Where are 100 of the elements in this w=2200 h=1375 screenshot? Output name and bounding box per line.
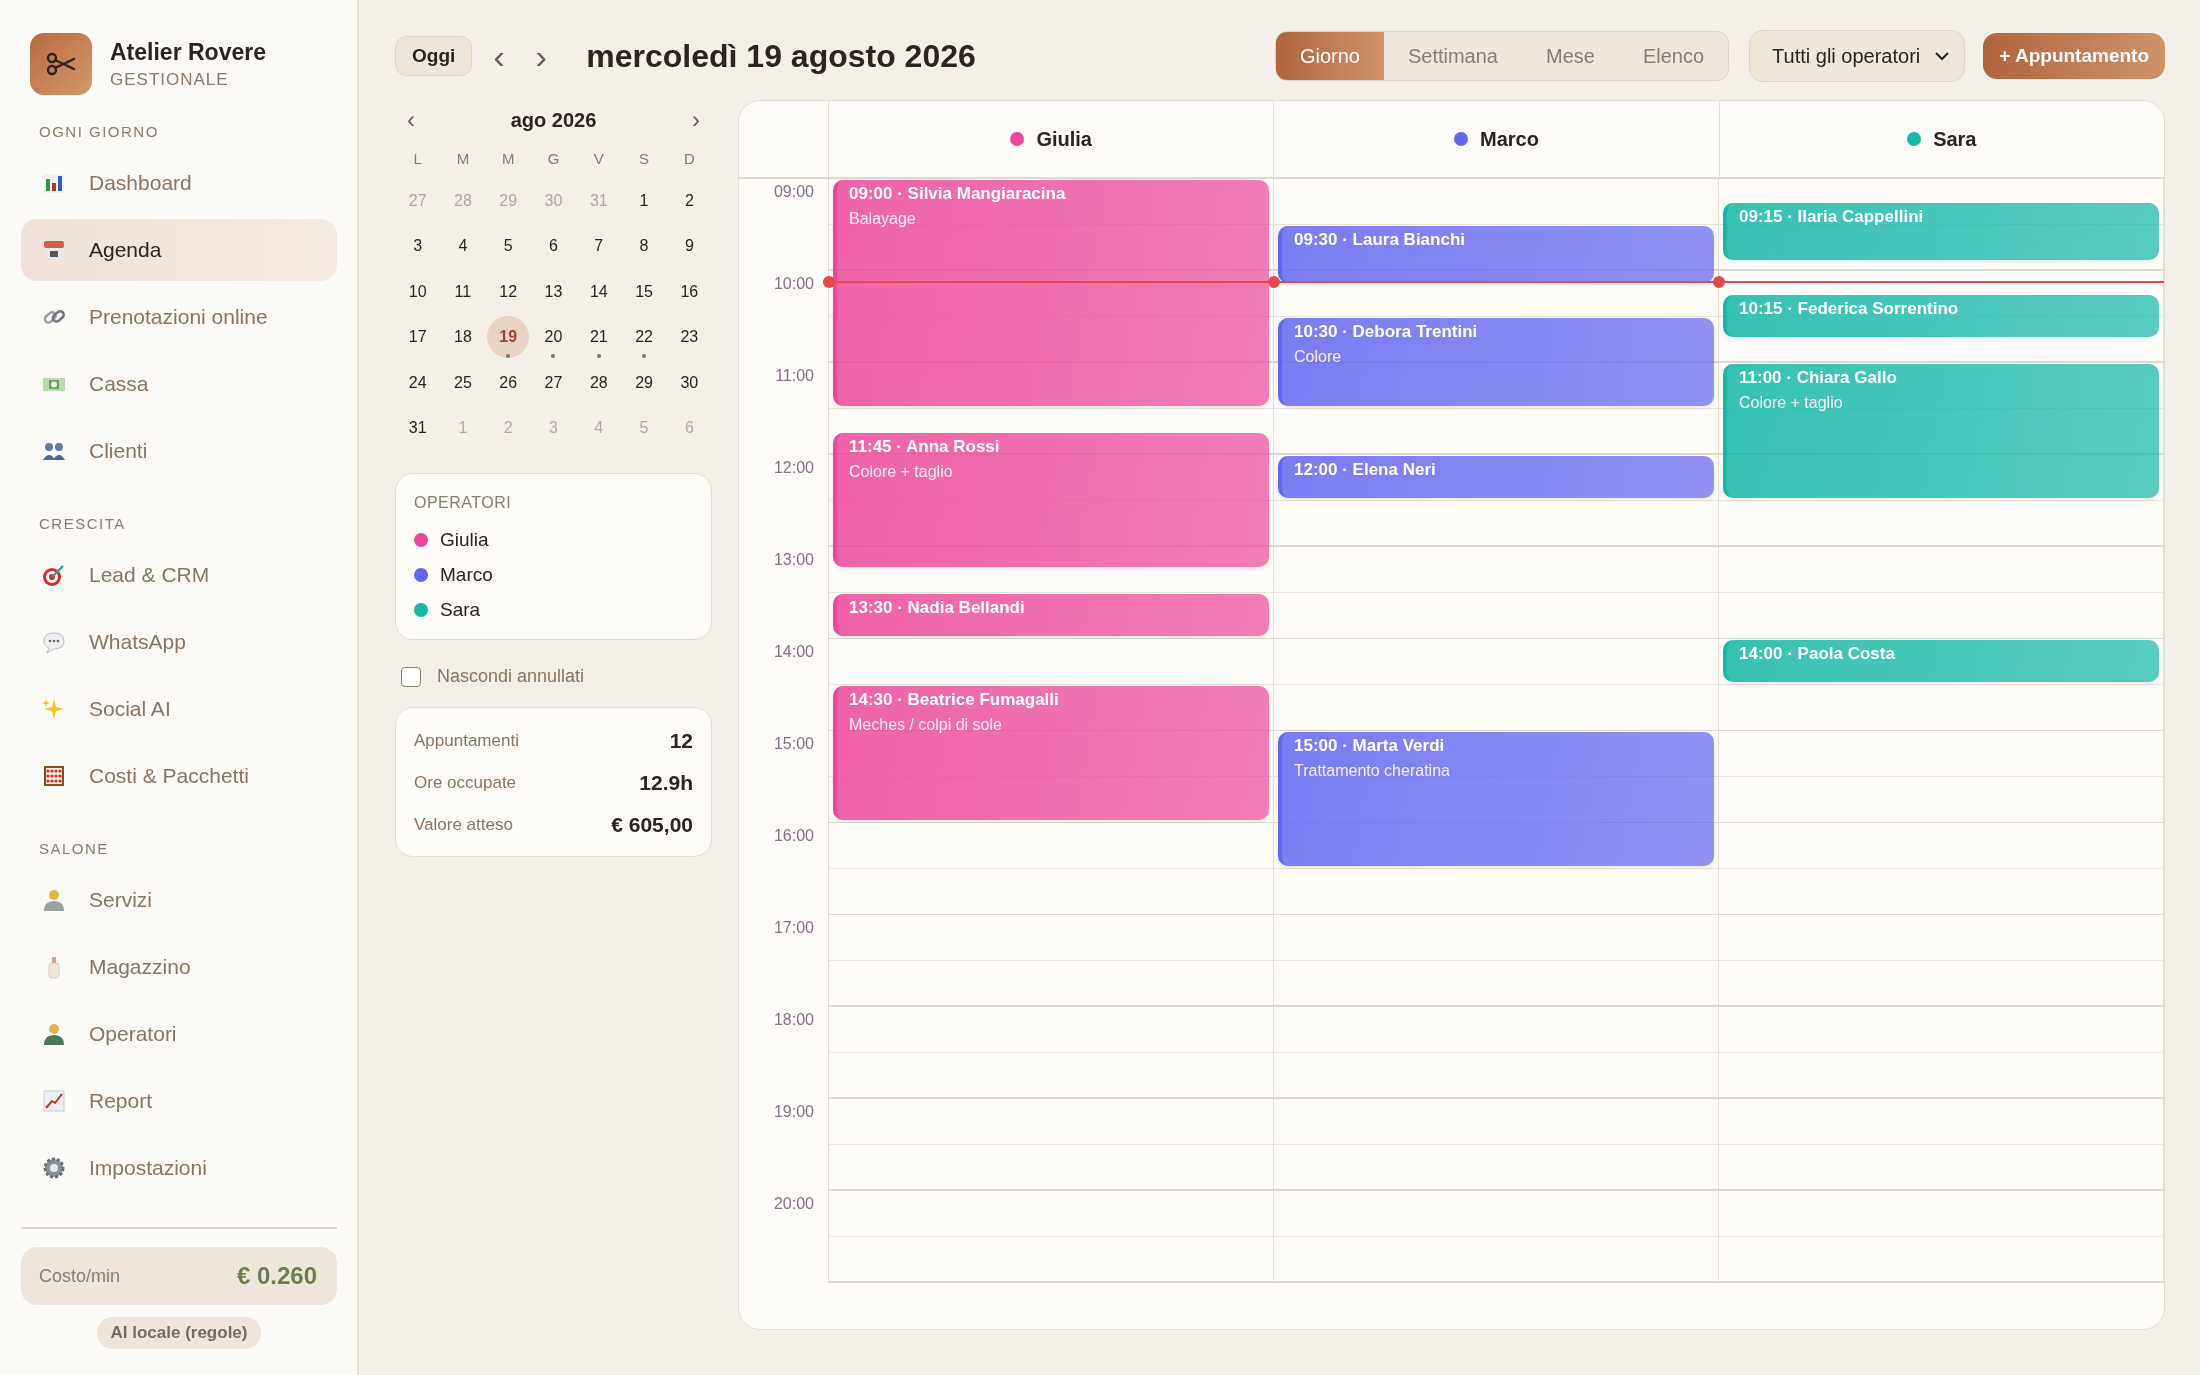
appointment-card[interactable]: 11:45 · Anna Rossi Colore + taglio xyxy=(833,433,1269,567)
previous-month-button[interactable]: ‹ xyxy=(403,106,419,134)
sidebar-item[interactable]: Prenotazioni online xyxy=(21,286,337,348)
calendar-day[interactable]: 16 xyxy=(668,270,711,313)
calendar-day[interactable]: 14 xyxy=(577,270,620,313)
calendar-day[interactable]: 10 xyxy=(396,270,439,313)
calendar-day[interactable]: 3 xyxy=(396,225,439,268)
schedule-column[interactable]: 09:30 · Laura Bianchi 10:30 · Debora Trentini Colore 12:00 · Elena Neri 15:00 · Marta Verdi Trattamento cheratina xyxy=(1274,179,1719,1283)
appointment-card[interactable]: 14:30 · Beatrice Fumagalli Meches / colpi di sole xyxy=(833,686,1269,820)
appointment-card[interactable]: 12:00 · Elena Neri xyxy=(1278,456,1714,498)
time-label: 19:00 xyxy=(773,1103,814,1122)
operator-name: Giulia xyxy=(440,529,489,551)
appointment-title: 14:00 · Paola Costa xyxy=(1739,644,1895,664)
view-tab[interactable]: Mese xyxy=(1522,32,1619,80)
sidebar-item[interactable]: Agenda xyxy=(21,219,337,281)
date-title: mercoledì 19 agosto 2026 xyxy=(586,37,976,75)
calendar-day[interactable]: 23 xyxy=(668,316,711,359)
checkbox-label: Nascondi annullati xyxy=(437,666,585,687)
next-month-button[interactable]: › xyxy=(688,106,704,134)
calendar-day[interactable]: 17 xyxy=(396,316,439,359)
appointment-service: Trattamento cheratina xyxy=(1294,762,1450,780)
sidebar-item[interactable]: Cassa xyxy=(21,353,337,415)
appointment-card[interactable]: 11:00 · Chiara Gallo Colore + taglio xyxy=(1723,364,2159,498)
calendar-day[interactable]: 21 xyxy=(577,316,620,359)
previous-button[interactable]: ‹ xyxy=(484,39,515,73)
time-label: 15:00 xyxy=(773,735,814,754)
time-label: 10:00 xyxy=(773,275,814,294)
weekday-label: D xyxy=(682,149,696,169)
calendar-day[interactable]: 2 xyxy=(668,179,711,222)
calendar-day[interactable]: 20 xyxy=(532,316,575,359)
calendar-day[interactable]: 18 xyxy=(441,316,484,359)
calendar-day[interactable]: 22 xyxy=(623,316,666,359)
calendar-day[interactable]: 4 xyxy=(441,225,484,268)
appointment-card[interactable]: 09:00 · Silvia Mangiaracina Balayage xyxy=(833,180,1269,406)
calendar-day[interactable]: 8 xyxy=(623,225,666,268)
operator-select[interactable]: Tutti gli operatori xyxy=(1749,30,1966,82)
person-icon xyxy=(41,887,67,913)
appointment-card[interactable]: 14:00 · Paola Costa xyxy=(1723,640,2159,682)
view-tab[interactable]: Giorno xyxy=(1275,32,1384,80)
today-button[interactable]: Oggi xyxy=(395,36,473,76)
calendar-day[interactable]: 1 xyxy=(623,179,666,222)
calendar-day[interactable]: 15 xyxy=(623,270,666,313)
stat-value: 12 xyxy=(669,729,693,753)
appointment-service: Colore + taglio xyxy=(849,463,953,481)
sidebar-item[interactable]: Clienti xyxy=(21,420,337,482)
appointment-service: Meches / colpi di sole xyxy=(849,716,1002,734)
next-button[interactable]: › xyxy=(526,39,557,73)
appointment-card[interactable]: 10:30 · Debora Trentini Colore xyxy=(1278,318,1714,406)
calendar-day[interactable]: 28 xyxy=(577,361,620,404)
calendar-day[interactable]: 6 xyxy=(532,225,575,268)
calendar-day[interactable]: 13 xyxy=(532,270,575,313)
weekday-label: M xyxy=(500,149,516,169)
schedule-column[interactable]: 09:15 · Ilaria Cappellini 10:15 · Federica Sorrentino 11:00 · Chiara Gallo Colore + taglio 14:00 · Paola Costa xyxy=(1719,179,2164,1283)
appointment-card[interactable]: 13:30 · Nadia Bellandi xyxy=(833,594,1269,636)
appointment-card[interactable]: 09:15 · Ilaria Cappellini xyxy=(1723,203,2159,261)
sidebar-item[interactable]: WhatsApp xyxy=(21,611,337,673)
checkbox[interactable] xyxy=(401,666,421,687)
operator-column-title: Sara xyxy=(1933,127,1977,151)
sidebar-item[interactable]: Social AI xyxy=(21,678,337,740)
month-title: ago 2026 xyxy=(510,108,597,132)
calendar-day[interactable]: 12 xyxy=(487,270,530,313)
calendar-day[interactable]: 19 xyxy=(487,316,530,359)
appointment-card[interactable]: 15:00 · Marta Verdi Trattamento cheratina xyxy=(1278,732,1714,866)
time-label: 13:00 xyxy=(773,551,814,570)
calendar-day[interactable]: 9 xyxy=(668,225,711,268)
sidebar-item[interactable]: Report xyxy=(21,1070,337,1132)
abacus-icon xyxy=(41,763,67,789)
appointment-title: 09:00 · Silvia Mangiaracina xyxy=(849,184,1066,204)
stat-value: € 605,00 xyxy=(611,813,693,837)
sidebar-item[interactable]: Magazzino xyxy=(21,936,337,998)
appointment-title: 11:45 · Anna Rossi xyxy=(849,437,1000,457)
stat-label: Valore atteso xyxy=(414,815,513,835)
view-tab[interactable]: Settimana xyxy=(1383,32,1522,80)
section-title: CRESCITA xyxy=(38,514,127,534)
weekday-label: M xyxy=(455,149,471,169)
sidebar-item[interactable]: Costi & Pacchetti xyxy=(21,745,337,807)
calendar-day[interactable]: 31 xyxy=(396,407,439,450)
appointment-service: Colore + taglio xyxy=(1739,394,1843,412)
schedule-column[interactable]: 09:00 · Silvia Mangiaracina Balayage 11:45 · Anna Rossi Colore + taglio 13:30 · Nadia Bellandi 14:30 · Beatrice Fumagalli Meches / colpi di sole xyxy=(829,179,1274,1283)
add-appointment-button[interactable]: + Appuntamento xyxy=(1983,33,2165,79)
calendar-day[interactable]: 11 xyxy=(441,270,484,313)
calendar-day[interactable]: 7 xyxy=(577,225,620,268)
time-label: 12:00 xyxy=(773,459,814,478)
sidebar-item[interactable]: Operatori xyxy=(21,1003,337,1065)
person-icon xyxy=(41,1021,67,1047)
time-label: 16:00 xyxy=(773,827,814,846)
sidebar-item[interactable]: Dashboard xyxy=(21,152,337,214)
calendar-day[interactable]: 29 xyxy=(623,361,666,404)
sidebar-item[interactable]: Servizi xyxy=(21,869,337,931)
calendar-day[interactable]: 24 xyxy=(396,361,439,404)
calendar-day[interactable]: 30 xyxy=(668,361,711,404)
calendar-day[interactable]: 25 xyxy=(441,361,484,404)
appointment-card[interactable]: 10:15 · Federica Sorrentino xyxy=(1723,295,2159,337)
sidebar-item[interactable]: Impostazioni xyxy=(21,1137,337,1199)
calendar-day[interactable]: 5 xyxy=(487,225,530,268)
sidebar-item[interactable]: Lead & CRM xyxy=(21,544,337,606)
calendar-day[interactable]: 26 xyxy=(487,361,530,404)
chevron-down-icon xyxy=(1934,51,1951,61)
view-tab[interactable]: Elenco xyxy=(1618,32,1729,80)
calendar-day[interactable]: 27 xyxy=(532,361,575,404)
